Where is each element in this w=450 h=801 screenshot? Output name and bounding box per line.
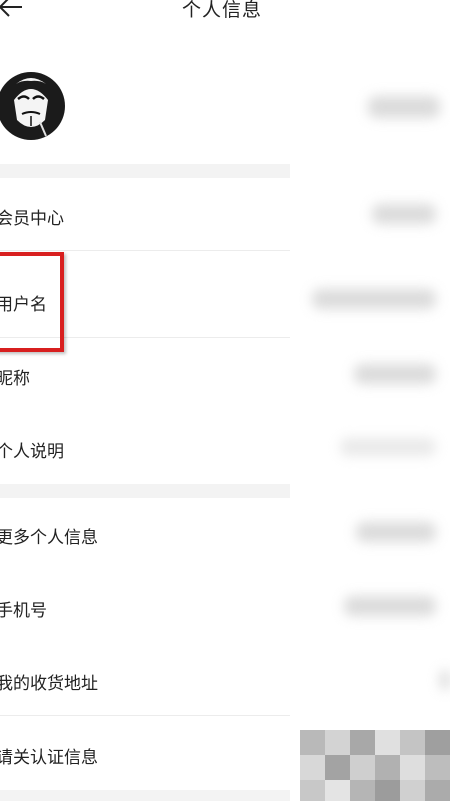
list-item-more-info[interactable]: 更多个人信息: [0, 498, 450, 570]
value-blurred: [354, 364, 436, 384]
list-item-label: 我的收货地址: [0, 674, 98, 694]
list-item-label: 更多个人信息: [0, 528, 98, 548]
value-blurred: [340, 438, 436, 456]
screen: 个人信息 会员中心 用户名 昵称 个人说明 更多个人信息 手机号 我的收货地址 …: [0, 0, 450, 801]
header-bar: 个人信息: [0, 0, 450, 32]
list-item-label: 会员中心: [0, 209, 64, 229]
list-item-nickname[interactable]: 昵称: [0, 338, 450, 410]
mask-avatar-icon[interactable]: [0, 70, 66, 142]
section-separator: [0, 484, 290, 498]
value-blurred: [356, 522, 436, 542]
section-separator: [0, 164, 290, 178]
list-item-bio[interactable]: 个人说明: [0, 410, 450, 484]
avatar-row[interactable]: [0, 52, 450, 164]
list-item-label: 个人说明: [0, 442, 64, 462]
obscured-region: [300, 730, 450, 801]
arrow-left-icon[interactable]: [0, 0, 26, 20]
page-title: 个人信息: [182, 0, 263, 21]
list-item-phone[interactable]: 手机号: [0, 570, 450, 642]
value-blurred: [344, 596, 436, 616]
value-blurred: [372, 204, 436, 224]
list-item-address[interactable]: 我的收货地址: [0, 642, 450, 716]
list-item-label: 手机号: [0, 601, 47, 621]
highlight-box: [0, 252, 64, 352]
list-item-username[interactable]: 用户名: [0, 251, 450, 337]
avatar-value-blurred: [368, 96, 440, 118]
list-item-label: 请关认证信息: [0, 748, 98, 768]
section-separator: [0, 790, 290, 801]
value-blurred: [440, 670, 450, 690]
list-item-membership[interactable]: 会员中心: [0, 178, 450, 250]
list-item-label: 昵称: [0, 369, 30, 389]
value-blurred: [312, 289, 436, 309]
